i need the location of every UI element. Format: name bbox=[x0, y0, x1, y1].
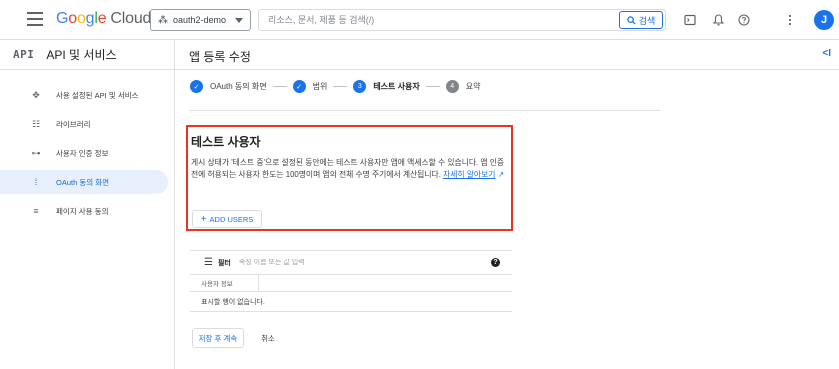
search-icon bbox=[626, 15, 636, 25]
search-button[interactable]: 검색 bbox=[619, 11, 663, 29]
page-title: 앱 등록 수정 bbox=[189, 50, 251, 64]
section-description: 게시 상태가 '테스트 중'으로 설정된 동안에는 테스트 사용자만 앱에 액세… bbox=[191, 158, 505, 179]
step-divider bbox=[425, 86, 440, 87]
api-badge-icon: API bbox=[13, 48, 35, 61]
stepper: ✓ OAuth 동의 화면 ✓ 범위 3 테스트 사용자 4 요약 bbox=[190, 80, 480, 93]
check-icon: ✓ bbox=[190, 80, 203, 93]
collapse-panel-icon[interactable]: <I bbox=[822, 48, 831, 59]
library-icon: ☷ bbox=[31, 118, 41, 129]
sidebar-item-oauth-consent[interactable]: ⁞ OAuth 동의 화면 bbox=[0, 170, 168, 194]
add-users-button[interactable]: + ADD USERS bbox=[192, 210, 262, 228]
filter-input[interactable] bbox=[238, 259, 439, 266]
step-number-3: 3 bbox=[353, 80, 367, 93]
users-table: ☰ 필터 ? 사용자 정보 표시할 행이 없습니다. bbox=[190, 250, 512, 312]
settings-list-icon: ≡ bbox=[33, 206, 39, 216]
filter-icon: ☰ bbox=[204, 257, 213, 268]
step-divider bbox=[272, 86, 287, 87]
sidebar: API API 및 서비스 ✥ 사용 설정된 API 및 서비스 ☷ 라이브러리… bbox=[0, 40, 175, 369]
top-bar: GoogleCloud ⁂ oauth2-demo 검색 J bbox=[0, 0, 839, 40]
sidebar-item-credentials[interactable]: ⊶ 사용자 인증 정보 bbox=[0, 141, 174, 165]
cloud-shell-icon[interactable] bbox=[682, 12, 698, 28]
project-icon: ⁂ bbox=[158, 14, 168, 26]
consent-icon: ⁞ bbox=[34, 177, 38, 187]
step-summary: 요약 bbox=[465, 82, 481, 91]
key-icon: ⊶ bbox=[31, 147, 41, 158]
cancel-button[interactable]: 취소 bbox=[254, 328, 282, 348]
table-header-row: 사용자 정보 bbox=[190, 275, 512, 292]
sidebar-item-library[interactable]: ☷ 라이브러리 bbox=[0, 112, 174, 136]
bell-icon[interactable] bbox=[710, 12, 726, 28]
menu-icon[interactable] bbox=[27, 12, 43, 26]
avatar[interactable]: J bbox=[814, 10, 834, 30]
save-and-continue-button[interactable]: 저장 후 계속 bbox=[192, 328, 244, 348]
step-test-users: 테스트 사용자 bbox=[373, 82, 420, 91]
check-icon: ✓ bbox=[292, 80, 306, 93]
project-name: oauth2-demo bbox=[173, 15, 227, 25]
api-icon: ✥ bbox=[32, 89, 40, 100]
step-oauth-consent[interactable]: OAuth 동의 화면 bbox=[210, 81, 267, 92]
stepper-divider bbox=[190, 110, 660, 111]
plus-icon: + bbox=[200, 213, 207, 225]
help-icon[interactable]: ? bbox=[491, 258, 500, 267]
column-header-user-info[interactable]: 사용자 정보 bbox=[190, 275, 259, 291]
search-input[interactable] bbox=[259, 10, 619, 30]
google-cloud-logo[interactable]: Google Cloud bbox=[56, 10, 151, 28]
sidebar-item-page-usage[interactable]: ≡ 페이지 사용 동의 bbox=[0, 199, 174, 223]
help-circle-icon[interactable] bbox=[736, 12, 752, 28]
filter-label: 필터 bbox=[217, 259, 231, 267]
filter-row: ☰ 필터 ? bbox=[190, 251, 512, 275]
more-vert-icon[interactable] bbox=[782, 12, 798, 28]
search-bar: 검색 bbox=[258, 9, 666, 31]
step-scopes[interactable]: 범위 bbox=[313, 81, 328, 92]
learn-more-link[interactable]: 자세히 알아보기 bbox=[443, 170, 495, 179]
section-title: 테스트 사용자 bbox=[191, 135, 261, 149]
chevron-down-icon bbox=[235, 17, 243, 23]
step-number-4: 4 bbox=[445, 80, 459, 93]
step-divider bbox=[333, 86, 348, 87]
sidebar-item-enabled-apis[interactable]: ✥ 사용 설정된 API 및 서비스 bbox=[0, 83, 174, 107]
external-link-icon: ↗ bbox=[497, 170, 505, 179]
main-header: 앱 등록 수정 <I bbox=[175, 40, 839, 70]
project-selector[interactable]: ⁂ oauth2-demo bbox=[150, 9, 251, 31]
sidebar-header: API API 및 서비스 bbox=[0, 40, 174, 70]
empty-table-message: 표시할 행이 없습니다. bbox=[190, 292, 512, 312]
sidebar-title: API 및 서비스 bbox=[46, 48, 117, 62]
